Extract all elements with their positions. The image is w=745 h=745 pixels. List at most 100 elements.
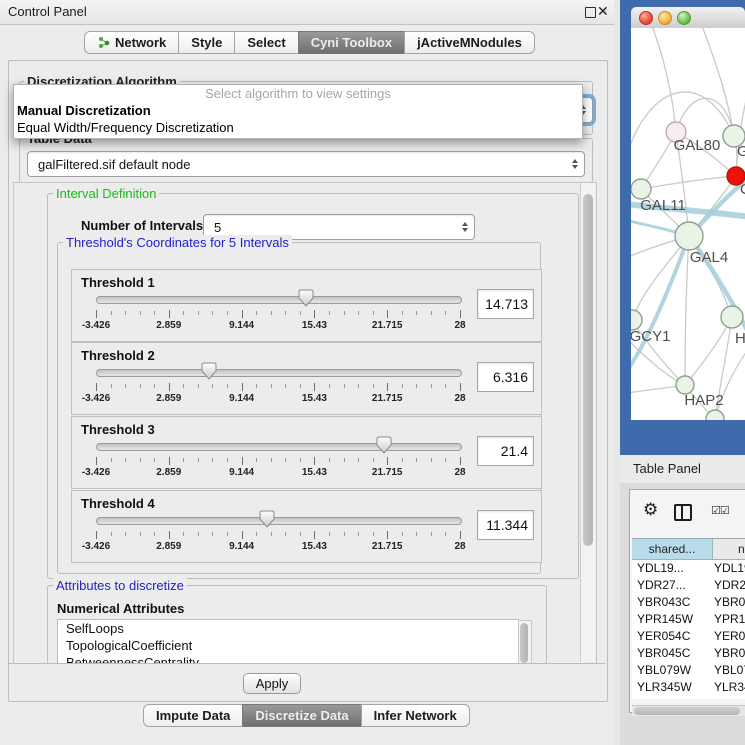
show-columns-icon[interactable]: ☑☑ [711,504,729,517]
network-edge[interactable] [641,176,736,189]
cell-name[interactable]: YER05 [714,628,745,645]
network-node[interactable] [631,310,642,330]
table-row[interactable]: YBR045C YBR04 [632,645,745,662]
attributes-list-item[interactable]: TopologicalCoefficient [58,637,518,654]
minimize-traffic-light-icon[interactable] [658,11,672,25]
main-scrollbar-thumb[interactable] [583,194,593,546]
tick-mark [111,384,112,388]
tick-mark [358,384,359,388]
table-row[interactable]: YDR27... YDR27 [632,577,745,594]
threshold-2-slider[interactable]: -3.4262.8599.14415.4321.71528 [96,343,460,414]
network-node[interactable] [721,306,743,328]
tab-jactivemnodules[interactable]: jActiveMNodules [404,31,535,54]
cell-name[interactable]: YDR27 [714,577,745,594]
slider-thumb[interactable] [259,510,275,528]
cell-name[interactable]: YBR04 [714,645,745,662]
cell-shared-name[interactable]: YER054C [637,628,690,645]
cell-name[interactable]: YLR34 [714,679,745,696]
cyni-toolbox-content: Discretization Algorithm Select algorith… [8,60,608,702]
table-row[interactable]: YLR345W YLR34 [632,679,745,696]
gear-icon[interactable]: ⚙ [643,501,658,518]
cell-shared-name[interactable]: YDR27... [637,577,686,594]
table-hscrollbar[interactable] [632,705,745,716]
slider-thumb[interactable] [298,289,314,307]
tick-mark [140,311,141,315]
tick-label: 15.43 [302,541,327,552]
dropdown-option-manual[interactable]: Manual Discretization [14,102,582,119]
node-table[interactable]: shared... na YDL19...YDL19YDR27...YDR27Y… [632,538,745,699]
network-node[interactable] [631,179,651,199]
tab-impute-data[interactable]: Impute Data [143,704,243,727]
threshold-1-value-field[interactable] [477,289,534,319]
main-scrollbar[interactable] [580,183,595,662]
cell-name[interactable]: YBR04 [714,594,745,611]
split-columns-icon[interactable] [674,504,692,521]
network-edge[interactable] [685,236,689,385]
threshold-2-value-field[interactable] [477,362,534,392]
table-row[interactable]: YBL079W YBL07 [632,662,745,679]
close-icon[interactable]: ✕ [597,3,609,20]
attributes-list-item[interactable]: SelfLoops [58,620,518,637]
cell-name[interactable]: YIL05 [714,696,745,699]
slider-track[interactable] [96,369,462,377]
column-header-shared-name[interactable]: shared... [632,539,713,560]
cell-shared-name[interactable]: YBL079W [637,662,691,679]
slider-ticks [96,310,460,319]
threshold-3-slider[interactable]: -3.4262.8599.14415.4321.71528 [96,417,460,488]
table-row[interactable]: YBR043C YBR04 [632,594,745,611]
tab-style[interactable]: Style [178,31,235,54]
cell-name[interactable]: YBL07 [714,662,745,679]
network-window-titlebar[interactable] [631,7,745,29]
attributes-scrollbar-thumb[interactable] [520,623,528,663]
tick-mark [111,458,112,462]
network-edge[interactable] [685,317,732,385]
close-traffic-light-icon[interactable] [639,11,653,25]
tab-network[interactable]: Network [84,31,179,54]
tick-label: 28 [454,320,465,331]
table-data-combobox[interactable]: galFiltered.sif default node [27,151,585,177]
tab-discretize-data[interactable]: Discretize Data [242,704,361,727]
cell-shared-name[interactable]: YBR043C [637,594,690,611]
cell-shared-name[interactable]: YIL052C [637,696,684,699]
cell-shared-name[interactable]: YDL19... [637,560,684,577]
slider-track[interactable] [96,443,462,451]
table-hscrollbar-thumb[interactable] [634,707,740,715]
dropdown-option-equal-width[interactable]: Equal Width/Frequency Discretization [14,119,582,136]
tab-select[interactable]: Select [234,31,298,54]
threshold-3-value-field[interactable] [477,436,534,466]
table-row[interactable]: YDL19... YDL19 [632,560,745,577]
algorithm-dropdown: Select algorithm to view settings Manual… [13,84,583,139]
table-row[interactable]: YPR145W YPR14 [632,611,745,628]
slider-track[interactable] [96,296,462,304]
slider-track[interactable] [96,517,462,525]
tick-mark [125,311,126,315]
tab-infer-network[interactable]: Infer Network [361,704,470,727]
cell-name[interactable]: YPR14 [714,611,745,628]
apply-button[interactable]: Apply [243,673,301,694]
table-row[interactable]: YER054C YER05 [632,628,745,645]
column-header-name[interactable]: na [713,539,745,560]
tab-cyni-toolbox[interactable]: Cyni Toolbox [298,31,405,54]
threshold-4-slider[interactable]: -3.4262.8599.14415.4321.71528 [96,491,460,562]
network-node[interactable] [706,410,724,420]
threshold-1-slider[interactable]: -3.4262.8599.14415.4321.71528 [96,270,460,341]
network-canvas[interactable]: GAL80GACGAL11GAL4GCY1HHAP2 [631,28,745,420]
cell-shared-name[interactable]: YLR345W [637,679,692,696]
slider-thumb[interactable] [201,362,217,380]
attributes-list[interactable]: SelfLoopsTopologicalCoefficientBetweenne… [57,619,519,666]
network-edge[interactable] [651,28,676,132]
attributes-scrollbar[interactable] [518,620,532,665]
float-window-icon[interactable] [585,7,596,18]
tick-label: 15.43 [302,393,327,404]
cell-shared-name[interactable]: YBR045C [637,645,690,662]
cell-name[interactable]: YDL19 [714,560,745,577]
network-node[interactable] [675,222,703,250]
table-row[interactable]: YIL052C YIL05 [632,696,745,699]
threshold-4-value-field[interactable] [477,510,534,540]
cell-shared-name[interactable]: YPR145W [637,611,693,628]
slider-thumb[interactable] [376,436,392,454]
network-edge[interactable] [631,236,689,373]
tick-mark [344,532,345,536]
zoom-traffic-light-icon[interactable] [677,11,691,25]
tick-label: -3.426 [82,541,110,552]
